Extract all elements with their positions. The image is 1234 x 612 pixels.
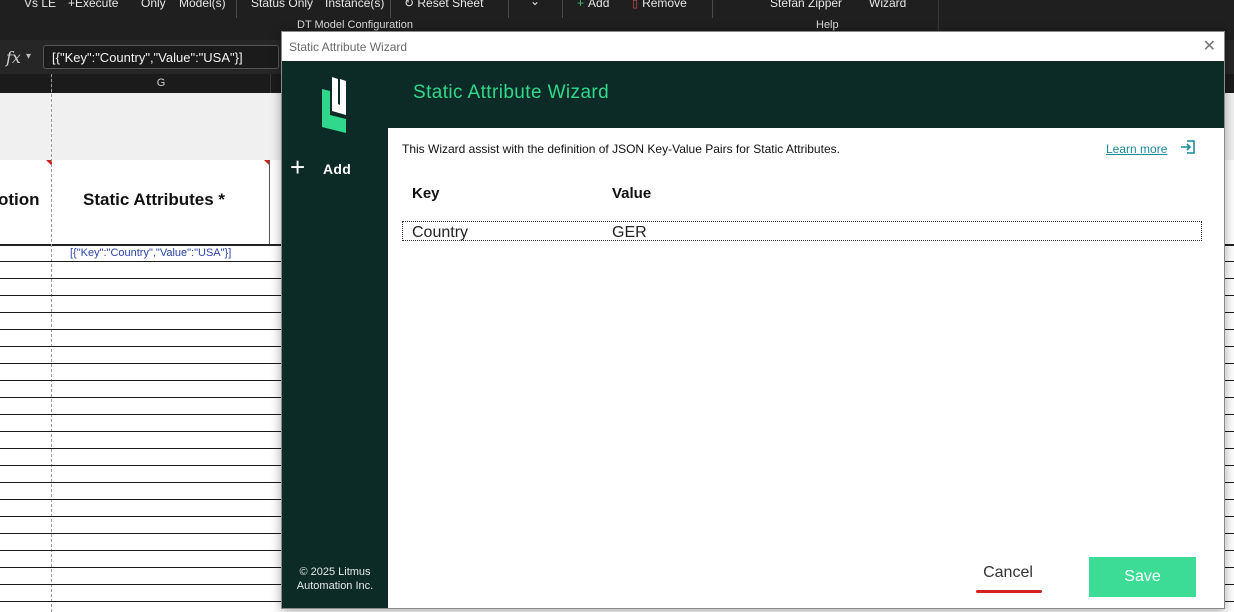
page-break-line <box>51 74 52 612</box>
ribbon-separator <box>390 0 391 18</box>
ribbon-only[interactable]: Only <box>141 0 166 10</box>
litmus-logo <box>322 77 346 133</box>
ribbon-remove-button[interactable]: ▯ Remove <box>632 0 687 10</box>
add-pair-button[interactable]: + Add <box>290 154 382 182</box>
wizard-heading: Static Attribute Wizard <box>413 82 610 103</box>
header-cell-static-attributes[interactable]: Static Attributes * <box>83 190 225 210</box>
plus-icon: + <box>290 152 306 182</box>
dialog-sidebar: + Add © 2025 Litmus Automation Inc. <box>282 61 388 608</box>
key-field[interactable]: Country <box>412 224 468 242</box>
cell-g-value[interactable]: [{"Key":"Country","Value":"USA"}] <box>70 247 231 259</box>
header-cell-option[interactable]: otion <box>0 190 40 210</box>
column-header-g[interactable]: G <box>52 77 270 89</box>
copyright: © 2025 Litmus Automation Inc. <box>282 565 388 593</box>
dialog-window-title: Static Attribute Wizard <box>289 40 408 54</box>
ribbon-separator <box>562 0 563 18</box>
chevron-down-icon[interactable]: ▾ <box>26 51 31 62</box>
ribbon-group-dt-model: DT Model Configuration <box>297 19 413 31</box>
static-attribute-wizard-dialog: Static Attribute Wizard ✕ Static Attribu… <box>281 31 1225 609</box>
intro-text: This Wizard assist with the definition o… <box>402 142 840 156</box>
ribbon-reset-sheet-label: Reset Sheet <box>417 0 484 10</box>
key-value-row[interactable]: Country GER <box>402 221 1202 241</box>
ribbon-user[interactable]: Stefan Zipper <box>770 0 842 10</box>
learn-more-link[interactable]: Learn more <box>1106 142 1167 156</box>
external-link-icon[interactable] <box>1180 139 1196 155</box>
ribbon-models[interactable]: Model(s) <box>179 0 226 10</box>
fx-icon[interactable]: fx <box>6 48 21 67</box>
save-button[interactable]: Save <box>1089 557 1196 597</box>
value-column-header: Value <box>612 185 652 202</box>
dialog-content: This Wizard assist with the definition o… <box>388 128 1224 608</box>
column-divider <box>270 74 271 93</box>
dialog-titlebar: Static Attribute Wizard ✕ <box>282 32 1224 61</box>
ribbon-vs-le[interactable]: Vs LE <box>24 0 56 10</box>
plus-icon: + <box>577 0 585 10</box>
reset-icon: ↻ <box>404 0 418 10</box>
chevron-down-icon[interactable]: ⌄ <box>530 0 540 8</box>
ribbon-add-label: Add <box>588 0 610 10</box>
ribbon-separator <box>712 0 713 18</box>
cancel-button-label: Cancel <box>983 564 1033 581</box>
column-divider <box>269 160 270 244</box>
cancel-button[interactable]: Cancel <box>972 556 1044 593</box>
add-pair-label: Add <box>323 161 352 177</box>
ribbon-add-button[interactable]: + Add <box>577 0 609 10</box>
ribbon-status-only[interactable]: Status Only <box>251 0 313 10</box>
ribbon-instances[interactable]: Instance(s) <box>325 0 384 10</box>
value-field[interactable]: GER <box>612 224 647 242</box>
cancel-underline <box>976 590 1042 593</box>
ribbon-reset-sheet[interactable]: ↻ Reset Sheet <box>404 0 483 10</box>
formula-input[interactable]: [{"Key":"Country","Value":"USA"}] <box>43 45 279 69</box>
key-column-header: Key <box>412 185 440 202</box>
trash-icon: ▯ <box>632 0 639 10</box>
ribbon-execute[interactable]: +Execute <box>68 0 118 10</box>
dialog-header-bar: Static Attribute Wizard <box>282 61 1224 128</box>
ribbon-group-help: Help <box>816 19 839 31</box>
ribbon-wizard[interactable]: Wizard <box>869 0 906 10</box>
ribbon-remove-label: Remove <box>642 0 687 10</box>
copyright-line-1: © 2025 Litmus <box>299 566 371 578</box>
ribbon-separator <box>508 0 509 18</box>
copyright-line-2: Automation Inc. <box>296 580 374 592</box>
ribbon-separator <box>236 0 237 18</box>
close-icon[interactable]: ✕ <box>1203 36 1216 56</box>
dialog-body: Static Attribute Wizard + Add © 2025 Lit… <box>282 61 1224 608</box>
